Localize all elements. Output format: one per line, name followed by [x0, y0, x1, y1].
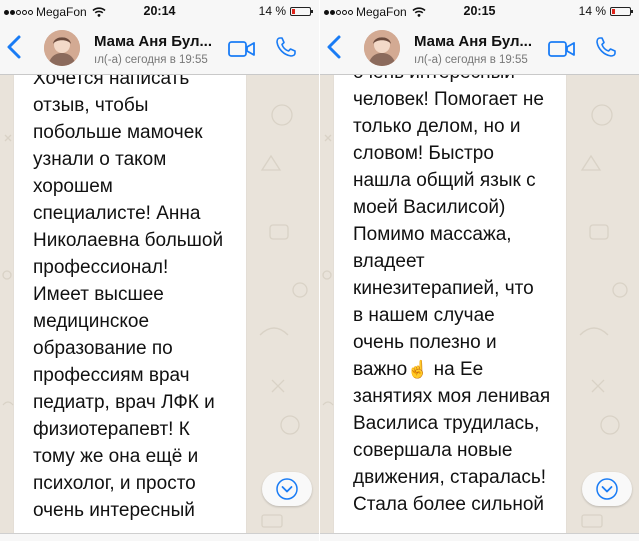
status-bar: MegaFon 20:14 14 % [0, 0, 319, 22]
avatar[interactable] [44, 30, 80, 66]
status-bar: MegaFon 20:15 14 % [320, 0, 639, 22]
back-chevron-icon[interactable] [324, 34, 346, 60]
phone-call-icon[interactable] [595, 36, 617, 58]
message-line: владеет [353, 251, 425, 272]
last-seen-status: ıл(-а) сегодня в 19:55 [94, 54, 208, 66]
back-chevron-icon[interactable] [4, 34, 26, 60]
last-seen-status: ıл(-а) сегодня в 19:55 [414, 54, 528, 66]
message-line: важно☝ на Ее [353, 358, 483, 382]
message-line: физиотерапевт! К [33, 419, 190, 440]
input-bar[interactable] [320, 533, 639, 541]
video-call-icon[interactable] [548, 40, 576, 58]
message-line: очень интересный [33, 500, 195, 521]
input-bar[interactable] [0, 533, 319, 541]
scroll-down-icon [596, 478, 618, 500]
message-line: движения, старалась! [353, 467, 547, 488]
contact-name[interactable]: Мама Аня Бул... [414, 33, 532, 50]
message-line: педиатр, врач ЛФК и [33, 392, 215, 413]
message-line: нашла общий язык с [353, 170, 536, 191]
contact-name[interactable]: Мама Аня Бул... [94, 33, 212, 50]
message-line: в нашем случае [353, 305, 495, 326]
message-line: Помимо массажа, [353, 224, 512, 245]
message-line: очень полезно и [353, 332, 497, 353]
message-word: важно [353, 359, 408, 380]
battery-icon [610, 6, 633, 16]
message-line: только делом, но и [353, 116, 521, 137]
message-line: хорошем [33, 176, 113, 197]
message-line: Николаевна большой [33, 230, 224, 251]
message-line: человек! Помогает не [353, 89, 544, 110]
message-word: на Ее [433, 359, 484, 380]
message-line: занятиях моя ленивая [353, 386, 551, 407]
message-line: Василиса трудилась, [353, 413, 540, 434]
message-line: психолог, и просто [33, 473, 196, 494]
pointing-up-hand-icon: ☝ [407, 360, 429, 379]
message-line: тому же она ещё и [33, 446, 199, 467]
message-line: очень интересный [353, 75, 515, 85]
battery-percent: 14 % [258, 4, 286, 18]
message-line: узнали о таком [33, 149, 167, 170]
message-line: Хочется написать [33, 75, 190, 89]
message-line: совершала новые [353, 440, 513, 461]
chat-header: Мама Аня Бул... ıл(-а) сегодня в 19:55 [0, 22, 319, 75]
chat-screen-right: MegaFon 20:15 14 % Мама Аня Бул... ıл(-а… [320, 0, 639, 541]
message-line: образование по [33, 338, 173, 359]
battery-icon [290, 6, 313, 16]
message-line: профессиям врач [33, 365, 190, 386]
message-bubble[interactable]: Хочется написать отзыв, чтобы побольше м… [14, 75, 246, 541]
message-line: моей Василисой) [353, 197, 506, 218]
message-line: Стала более сильной [353, 494, 545, 515]
scroll-down-button[interactable] [262, 472, 312, 506]
chat-screen-left: MegaFon 20:14 14 % Мама Аня Бул... ıл(-а… [0, 0, 319, 541]
message-line: профессионал! [33, 257, 169, 278]
message-area[interactable]: Хочется написать отзыв, чтобы побольше м… [0, 75, 319, 541]
chat-header: Мама Аня Бул... ıл(-а) сегодня в 19:55 [320, 22, 639, 75]
battery-percent: 14 % [578, 4, 606, 18]
message-line: медицинское [33, 311, 150, 332]
message-line: Имеет высшее [33, 284, 164, 305]
message-area[interactable]: очень интересный человек! Помогает не то… [320, 75, 639, 541]
message-line: отзыв, чтобы [33, 95, 149, 116]
video-call-icon[interactable] [228, 40, 256, 58]
message-line: кинезитерапией, что [353, 278, 534, 299]
scroll-down-button[interactable] [582, 472, 632, 506]
phone-call-icon[interactable] [275, 36, 297, 58]
avatar[interactable] [364, 30, 400, 66]
message-line: словом! Быстро [353, 143, 494, 164]
message-line: специалисте! Анна [33, 203, 201, 224]
message-line: побольше мамочек [33, 122, 203, 143]
message-bubble[interactable]: очень интересный человек! Помогает не то… [334, 75, 566, 541]
scroll-down-icon [276, 478, 298, 500]
